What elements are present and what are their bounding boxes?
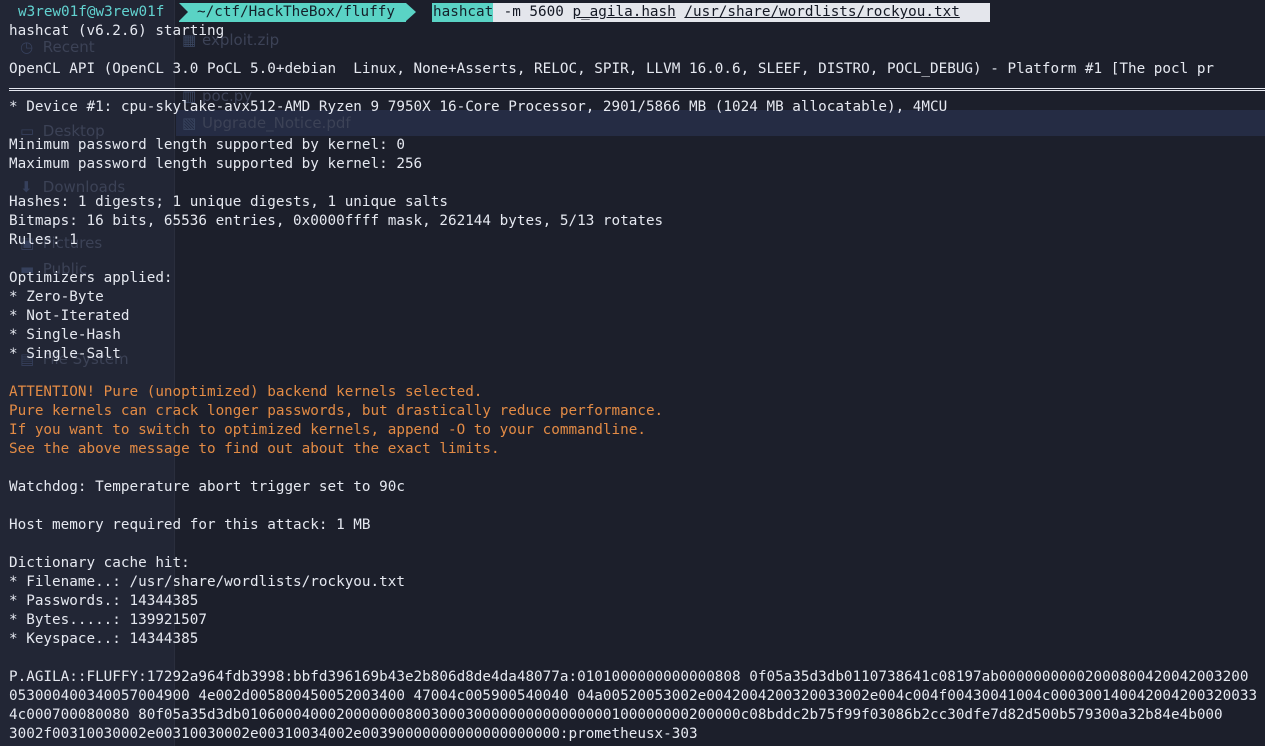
hash-file-arg: p_agila.hash <box>572 4 676 20</box>
output-optimizer-item: * Single-Hash <box>9 327 121 343</box>
prompt-separator-icon <box>406 3 416 21</box>
output-host-memory: Host memory required for this attack: 1 … <box>9 517 371 533</box>
output-dictionary-passwords: * Passwords.: 14344385 <box>9 593 199 609</box>
output-dictionary-keyspace: * Keyspace..: 14344385 <box>9 631 199 647</box>
wordlist-arg: /usr/share/wordlists/rockyou.txt <box>684 4 960 20</box>
terminal-window[interactable]: w3rew01f@w3rew01f ~/ctf/HackTheBox/fluff… <box>0 0 1265 746</box>
prompt-separator-icon <box>179 3 188 21</box>
cracked-hash-line[interactable]: 4c000700080080 80f05a35d3db0106000400020… <box>9 706 1223 725</box>
output-opencl: OpenCL API (OpenCL 3.0 PoCL 5.0+debian L… <box>9 61 1215 77</box>
cracked-hash-line[interactable]: 3002f00310030002e00310030002e00310034002… <box>9 725 698 744</box>
output-optimizers-header: Optimizers applied: <box>9 270 173 286</box>
output-device: * Device #1: cpu-skylake-avx512-AMD Ryze… <box>9 99 948 115</box>
output-bitmaps: Bitmaps: 16 bits, 65536 entries, 0x0000f… <box>9 213 664 229</box>
output-hashes: Hashes: 1 digests; 1 unique digests, 1 u… <box>9 194 448 210</box>
output-min-password: Minimum password length supported by ker… <box>9 137 405 153</box>
command-args: -m 5600 p_agila.hash /usr/share/wordlist… <box>495 4 960 20</box>
output-warning: See the above message to find out about … <box>9 441 500 457</box>
output-warning: Pure kernels can crack longer passwords,… <box>9 403 664 419</box>
prompt-user-host: w3rew01f@w3rew01f <box>18 4 165 20</box>
shell-prompt: w3rew01f@w3rew01f ~/ctf/HackTheBox/fluff… <box>0 3 990 22</box>
output-dictionary-header: Dictionary cache hit: <box>9 555 190 571</box>
output-watchdog: Watchdog: Temperature abort trigger set … <box>9 479 405 495</box>
output-warning: If you want to switch to optimized kerne… <box>9 422 646 438</box>
command-name: hashcat <box>432 3 494 22</box>
output-optimizer-item: * Zero-Byte <box>9 289 104 305</box>
separator-rule <box>9 88 1265 91</box>
output-dictionary-bytes: * Bytes.....: 139921507 <box>9 612 207 628</box>
command-line[interactable]: hashcat -m 5600 p_agila.hash /usr/share/… <box>432 3 990 22</box>
prompt-path: ~/ctf/HackTheBox/fluffy <box>179 3 406 22</box>
output-rules: Rules: 1 <box>9 232 78 248</box>
output-optimizer-item: * Single-Salt <box>9 346 121 362</box>
output-warning: ATTENTION! Pure (unoptimized) backend ke… <box>9 384 483 400</box>
output-optimizer-item: * Not-Iterated <box>9 308 130 324</box>
cracked-hash-line[interactable]: P.AGILA::FLUFFY:17292a964fdb3998:bbfd396… <box>9 668 1248 687</box>
output-max-password: Maximum password length supported by ker… <box>9 156 423 172</box>
output-start: hashcat (v6.2.6) starting <box>9 23 225 39</box>
output-dictionary-filename: * Filename..: /usr/share/wordlists/rocky… <box>9 574 405 590</box>
cracked-hash-line[interactable]: 053000400340057004900 4e002d005800450052… <box>9 687 1257 706</box>
